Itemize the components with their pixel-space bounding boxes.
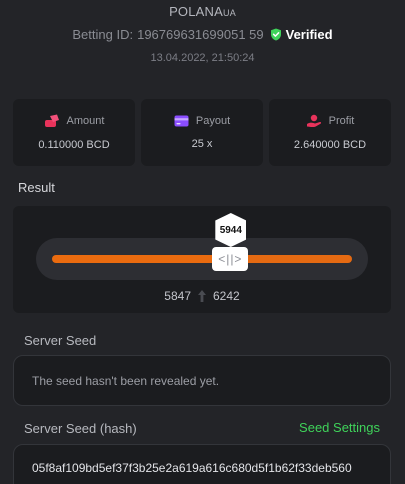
server-seed-hash-label: Server Seed (hash) — [24, 421, 137, 436]
result-label: Result — [18, 180, 55, 195]
username-suffix: UA — [223, 8, 236, 18]
verified-badge: Verified — [270, 27, 333, 42]
result-bar-rest — [234, 255, 352, 263]
bet-datetime: 13.04.2022, 21:50:24 — [150, 52, 255, 64]
bet-id-row: Betting ID: 196769631699051 59 Verified — [0, 27, 405, 42]
stat-profit-head: Profit — [306, 114, 355, 128]
hand-coin-icon — [306, 114, 321, 128]
bet-stats: Amount 0.110000 BCD Payout 25 x Profit 2… — [13, 99, 391, 166]
server-seed-label: Server Seed — [24, 333, 97, 348]
username[interactable]: POLANAUA — [0, 4, 405, 19]
stat-payout-label: Payout — [195, 115, 231, 127]
result-bar-fill — [52, 255, 227, 263]
stat-amount-head: Amount — [44, 114, 105, 128]
stat-profit: Profit 2.640000 BCD — [269, 99, 391, 166]
slider-handle[interactable]: <||> — [212, 247, 249, 271]
result-panel: 5944 <||> 5847 6242 — [13, 206, 391, 313]
range-marker-icon — [198, 290, 206, 302]
username-text: POLANA — [169, 4, 224, 19]
stat-profit-label: Profit — [328, 115, 355, 127]
stat-payout-head: Payout — [174, 115, 230, 127]
coins-icon — [44, 114, 59, 127]
server-seed-field[interactable]: The seed hasn't been revealed yet. — [13, 355, 391, 406]
card-icon — [174, 115, 189, 127]
shield-check-icon — [270, 28, 281, 41]
range-high: 6242 — [213, 289, 240, 303]
seed-settings-link[interactable]: Seed Settings — [299, 420, 380, 435]
stat-profit-value: 2.640000 BCD — [293, 139, 367, 151]
bet-id-value: 196769631699051 59 — [137, 27, 264, 42]
range-low: 5847 — [164, 289, 191, 303]
stat-amount: Amount 0.110000 BCD — [13, 99, 135, 166]
stat-amount-label: Amount — [66, 115, 105, 127]
result-track — [36, 238, 368, 280]
stat-payout: Payout 25 x — [141, 99, 263, 166]
bet-id-label: Betting ID: — [72, 27, 134, 42]
stat-amount-value: 0.110000 BCD — [38, 139, 110, 151]
stat-payout-value: 25 x — [191, 138, 213, 150]
result-range: 5847 6242 — [13, 289, 391, 303]
server-seed-hash-field[interactable]: 05f8af109bd5ef37f3b25e2a619a616c680d5f1b… — [13, 444, 391, 484]
verified-label: Verified — [285, 27, 333, 42]
